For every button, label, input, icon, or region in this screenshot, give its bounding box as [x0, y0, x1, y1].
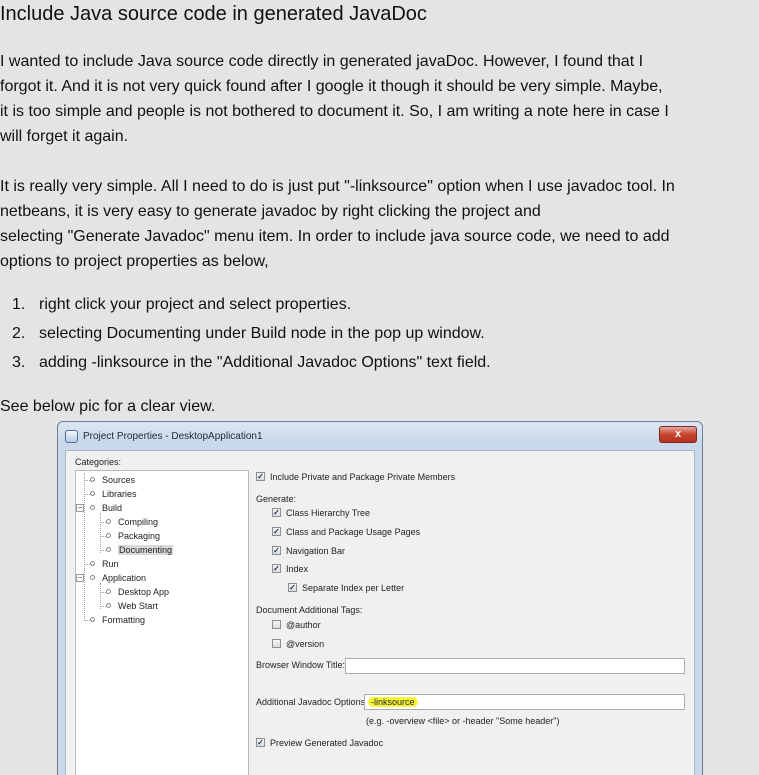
collapse-icon[interactable]: − [76, 504, 84, 512]
tree-node-label: Web Start [118, 601, 158, 611]
paragraph-line: netbeans, it is very easy to generate ja… [0, 203, 541, 220]
tree-node-build[interactable]: − Build [76, 501, 123, 515]
tree-node-label: Formatting [102, 615, 146, 625]
instructions-paragraph: It is really very simple. All I need to … [0, 174, 759, 274]
tree-node-libraries[interactable]: Libraries [90, 487, 137, 501]
javadoc-options-label: Additional Javadoc Options: [256, 697, 368, 707]
node-icon [90, 617, 95, 622]
step-number: 2. [12, 325, 26, 342]
documenting-panel: ✓ Include Private and Package Private Me… [256, 451, 694, 775]
paragraph-line: selecting "Generate Javadoc" menu item. … [0, 228, 670, 245]
node-icon [106, 519, 111, 524]
tree-node-run[interactable]: Run [90, 557, 119, 571]
checkbox-label: Navigation Bar [286, 546, 346, 556]
tree-node-documenting[interactable]: Documenting [106, 543, 174, 557]
tree-node-desktop-app[interactable]: Desktop App [106, 585, 169, 599]
node-icon [106, 547, 111, 552]
paragraph-line: It is really very simple. All I need to … [0, 178, 675, 195]
checkbox-label: @version [286, 639, 325, 649]
javadoc-options-input[interactable]: -linksource [364, 694, 685, 710]
project-properties-window: Project Properties - DesktopApplication1… [57, 421, 703, 775]
paragraph-line: I wanted to include Java source code dir… [0, 53, 644, 70]
paragraph-line: options to project properties as below, [0, 253, 269, 270]
article-title: Include Java source code in generated Ja… [0, 3, 427, 25]
checkbox-label: Class Hierarchy Tree [286, 508, 371, 518]
tree-node-label: Application [102, 573, 147, 583]
tree-node-compiling[interactable]: Compiling [106, 515, 158, 529]
checkbox-unchecked-icon [272, 639, 281, 648]
tree-node-packaging[interactable]: Packaging [106, 529, 160, 543]
step-text: right click your project and select prop… [39, 296, 352, 313]
categories-tree[interactable]: Sources Libraries − Build Compiling Packa… [75, 470, 249, 775]
checkbox-checked-icon: ✓ [272, 546, 281, 555]
tree-node-label: Desktop App [118, 587, 170, 597]
tree-node-application[interactable]: − Application [76, 571, 147, 585]
dialog-body: Categories: Sources Libraries − Build Com… [65, 450, 695, 775]
step-text: selecting Documenting under Build node i… [39, 325, 485, 342]
paragraph-line: forgot it. And it is not very quick foun… [0, 78, 663, 95]
categories-label: Categories: [75, 457, 122, 467]
checkbox-label: Index [286, 564, 309, 574]
tree-node-label: Libraries [102, 489, 137, 499]
node-icon [90, 505, 95, 510]
document-tags-label: Document Additional Tags: [256, 605, 363, 615]
browser-title-input[interactable] [345, 658, 685, 674]
checkbox-label: Separate Index per Letter [302, 583, 405, 593]
tree-node-formatting[interactable]: Formatting [90, 613, 145, 627]
checkbox-checked-icon: ✓ [288, 583, 297, 592]
checkbox-label: Class and Package Usage Pages [286, 527, 421, 537]
window-titlebar[interactable]: Project Properties - DesktopApplication1… [58, 422, 702, 450]
linksource-value: -linksource [368, 697, 418, 707]
browser-title-label: Browser Window Title: [256, 660, 346, 670]
tree-node-label: Documenting [118, 545, 174, 555]
paragraph-line: will forget it again. [0, 128, 129, 145]
node-icon [90, 491, 95, 496]
checkbox-checked-icon: ✓ [256, 472, 265, 481]
step-number: 3. [12, 354, 26, 371]
node-icon [90, 561, 95, 566]
tree-node-web-start[interactable]: Web Start [106, 599, 158, 613]
checkbox-label: Include Private and Package Private Memb… [270, 472, 456, 482]
paragraph-line: it is too simple and people is not bothe… [0, 103, 669, 120]
tree-node-label: Run [102, 559, 119, 569]
tree-connector [100, 513, 101, 553]
intro-paragraph: I wanted to include Java source code dir… [0, 49, 759, 149]
tree-node-label: Sources [102, 475, 136, 485]
checkbox-unchecked-icon [272, 620, 281, 629]
netbeans-project-icon [65, 430, 78, 443]
checkbox-checked-icon: ✓ [272, 564, 281, 573]
generate-label: Generate: [256, 494, 297, 504]
step-number: 1. [12, 296, 26, 313]
node-icon [90, 575, 95, 580]
tree-connector [84, 473, 85, 621]
checkbox-checked-icon: ✓ [272, 508, 281, 517]
close-button[interactable]: x [659, 426, 697, 443]
see-below-text: See below pic for a clear view. [0, 398, 216, 415]
checkbox-checked-icon: ✓ [272, 527, 281, 536]
node-icon [106, 603, 111, 608]
node-icon [106, 589, 111, 594]
node-icon [90, 477, 95, 482]
window-title: Project Properties - DesktopApplication1 [83, 431, 263, 442]
checkbox-label: @author [286, 620, 321, 630]
node-icon [106, 533, 111, 538]
tree-node-sources[interactable]: Sources [90, 473, 135, 487]
tree-node-label: Compiling [118, 517, 159, 527]
tree-node-label: Packaging [118, 531, 161, 541]
checkbox-label: Preview Generated Javadoc [270, 738, 384, 748]
javadoc-options-hint: (e.g. -overview <file> or -header "Some … [366, 716, 560, 726]
collapse-icon[interactable]: − [76, 574, 84, 582]
checkbox-checked-icon: ✓ [256, 738, 265, 747]
tree-node-label: Build [102, 503, 123, 513]
step-text: adding -linksource in the "Additional Ja… [39, 354, 491, 371]
